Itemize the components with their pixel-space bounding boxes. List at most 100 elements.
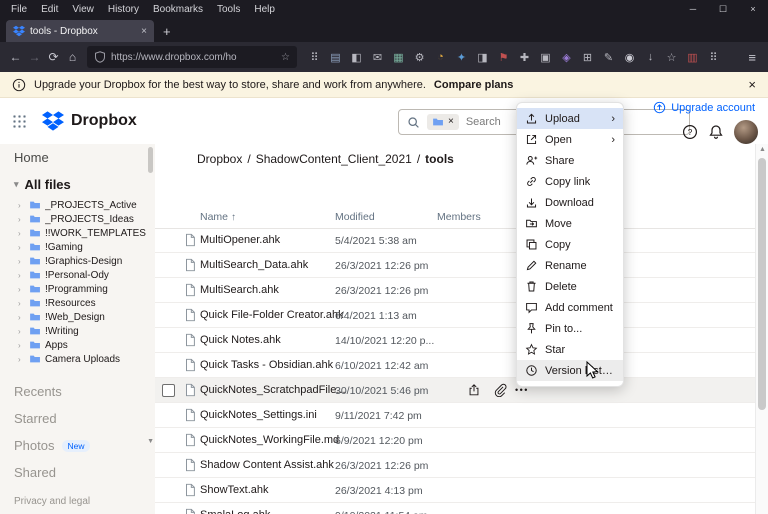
table-row[interactable]: MultiSearch_Data.ahk 26/3/2021 12:26 pm — [155, 253, 755, 278]
sidebar-scrollbar-thumb[interactable] — [148, 147, 153, 173]
bookmark-star-icon[interactable]: ☆ — [281, 52, 290, 63]
tab-close-icon[interactable]: × — [141, 26, 147, 37]
file-name[interactable]: Quick Tasks - Obsidian.ahk — [200, 359, 333, 371]
table-row[interactable]: Shadow Content Assist.ahk 26/3/2021 12:26… — [155, 453, 755, 478]
file-name[interactable]: MultiSearch_Data.ahk — [200, 259, 308, 271]
sidebar-item-starred[interactable]: Starred — [0, 405, 155, 432]
sidebar-folder-writing[interactable]: › !Writing — [0, 324, 155, 338]
file-name[interactable]: QuickNotes_WorkingFile.md — [200, 434, 339, 446]
extension-icon[interactable]: ⊞ — [580, 51, 595, 64]
file-name[interactable]: QuickNotes_ScratchpadFile... — [200, 384, 346, 396]
url-text[interactable]: https://www.dropbox.com/ho — [111, 52, 276, 63]
chevron-right-icon[interactable]: › — [18, 327, 25, 336]
extension-icon[interactable]: ▥ — [685, 51, 700, 64]
extension-icon[interactable]: ▤ — [328, 51, 343, 64]
file-name[interactable]: MultiOpener.ahk — [200, 234, 280, 246]
chevron-right-icon[interactable]: › — [18, 341, 25, 350]
column-members[interactable]: Members — [437, 211, 481, 223]
menu-item-open[interactable]: Open › — [517, 129, 623, 150]
row-checkbox[interactable] — [162, 384, 175, 397]
table-row[interactable]: Quick Tasks - Obsidian.ahk 6/10/2021 12:4… — [155, 353, 755, 378]
chevron-right-icon[interactable]: › — [18, 243, 25, 252]
search-folder-chip[interactable]: × — [427, 114, 459, 130]
menu-bookmarks[interactable]: Bookmarks — [146, 4, 210, 15]
menu-edit[interactable]: Edit — [34, 4, 65, 15]
sidebar-folder-projects-active[interactable]: › _PROJECTS_Active — [0, 198, 155, 212]
extension-icon[interactable]: ◧ — [349, 51, 364, 64]
chevron-down-icon[interactable]: ▾ — [14, 179, 19, 190]
file-name[interactable]: QuickNotes_Settings.ini — [200, 409, 317, 421]
menu-item-upload[interactable]: Upload › — [517, 108, 623, 129]
extension-icon[interactable]: ✦ — [454, 51, 469, 64]
menu-item-star[interactable]: Star — [517, 339, 623, 360]
extension-icon[interactable]: ✎ — [601, 51, 616, 64]
maximize-button[interactable]: ☐ — [708, 4, 738, 15]
file-name[interactable]: Quick Notes.ahk — [200, 334, 281, 346]
extension-icon[interactable]: ◨ — [475, 51, 490, 64]
table-row[interactable]: QuickNotes_ScratchpadFile... 30/10/2021 5… — [155, 378, 755, 403]
banner-close-icon[interactable]: × — [748, 77, 756, 92]
main-scrollbar-thumb[interactable] — [758, 158, 766, 410]
sidebar-item-home[interactable]: Home — [0, 144, 155, 171]
menu-item-delete[interactable]: Delete — [517, 276, 623, 297]
notifications-icon[interactable] — [708, 124, 724, 140]
table-row[interactable]: Quick Notes.ahk 14/10/2021 12:20 p... — [155, 328, 755, 353]
share-icon[interactable] — [467, 383, 481, 397]
shield-icon[interactable] — [94, 51, 106, 63]
sidebar-folder-work-templates[interactable]: › !!WORK_TEMPLATES — [0, 226, 155, 240]
menu-item-pin-to[interactable]: Pin to... — [517, 318, 623, 339]
file-name[interactable]: Quick File-Folder Creator.ahk — [200, 309, 344, 321]
sidebar-scroll-down-icon[interactable]: ▼ — [147, 438, 154, 445]
column-modified[interactable]: Modified — [335, 211, 375, 223]
sidebar-folder-programming[interactable]: › !Programming — [0, 282, 155, 296]
sidebar-item-recents[interactable]: Recents — [0, 378, 155, 405]
close-button[interactable]: × — [738, 4, 768, 15]
chevron-right-icon[interactable]: › — [18, 201, 25, 210]
sidebar-folder-projects-ideas[interactable]: › _PROJECTS_Ideas — [0, 212, 155, 226]
breadcrumb-shadowcontent-client-2021[interactable]: ShadowContent_Client_2021 — [256, 152, 412, 166]
menu-file[interactable]: File — [4, 4, 34, 15]
paperclip-icon[interactable] — [493, 383, 507, 397]
menu-item-add-comment[interactable]: Add comment — [517, 297, 623, 318]
menu-help[interactable]: Help — [247, 4, 282, 15]
sidebar-folder-personal-ody[interactable]: › !Personal-Ody — [0, 268, 155, 282]
extension-icon[interactable]: ✉ — [370, 51, 385, 64]
chevron-right-icon[interactable]: › — [18, 313, 25, 322]
menu-view[interactable]: View — [65, 4, 101, 15]
file-name[interactable]: ShowText.ahk — [200, 484, 268, 496]
chevron-right-icon[interactable]: › — [18, 285, 25, 294]
extension-icon[interactable]: ⠿ — [307, 51, 322, 64]
table-row[interactable]: SmalaLog.ahk 9/10/2021 11:54 am — [155, 503, 755, 514]
file-name[interactable]: SmalaLog.ahk — [200, 509, 270, 514]
privacy-legal-link[interactable]: Privacy and legal — [14, 496, 90, 507]
extension-icon[interactable]: ☆ — [664, 51, 679, 64]
dropbox-logo[interactable]: Dropbox — [42, 110, 137, 132]
table-row[interactable]: MultiOpener.ahk 5/4/2021 5:38 am — [155, 228, 755, 253]
apps-grid-icon[interactable] — [12, 114, 26, 128]
menu-item-move[interactable]: Move — [517, 213, 623, 234]
new-tab-button[interactable]: + — [154, 24, 180, 42]
tab-tools-dropbox[interactable]: tools - Dropbox × — [6, 20, 154, 42]
file-name[interactable]: MultiSearch.ahk — [200, 284, 279, 296]
sidebar-item-photos[interactable]: Photos New — [0, 432, 155, 459]
extension-icon[interactable]: ◈ — [559, 51, 574, 64]
sidebar-folder-camera-uploads[interactable]: › Camera Uploads — [0, 352, 155, 366]
menu-item-download[interactable]: Download — [517, 192, 623, 213]
chevron-right-icon[interactable]: › — [18, 271, 25, 280]
extension-icon[interactable]: ▣ — [538, 51, 553, 64]
extension-icon[interactable]: ▦ — [391, 51, 406, 64]
compare-plans-link[interactable]: Compare plans — [434, 79, 513, 91]
menu-item-rename[interactable]: Rename — [517, 255, 623, 276]
menu-item-version-history[interactable]: Version history — [517, 360, 623, 381]
chip-close-icon[interactable]: × — [448, 117, 454, 127]
help-icon[interactable]: ? — [682, 124, 698, 140]
app-menu-icon[interactable]: ≡ — [742, 50, 762, 65]
extension-icon[interactable]: ⚙ — [412, 51, 427, 64]
avatar[interactable] — [734, 120, 758, 144]
file-name[interactable]: Shadow Content Assist.ahk — [200, 459, 334, 471]
sidebar-item-shared[interactable]: Shared — [0, 459, 155, 486]
breadcrumb-dropbox[interactable]: Dropbox — [197, 152, 242, 166]
sidebar-folder-apps[interactable]: › Apps — [0, 338, 155, 352]
extension-icon[interactable]: ◔ — [433, 51, 448, 63]
chevron-right-icon[interactable]: › — [18, 257, 25, 266]
